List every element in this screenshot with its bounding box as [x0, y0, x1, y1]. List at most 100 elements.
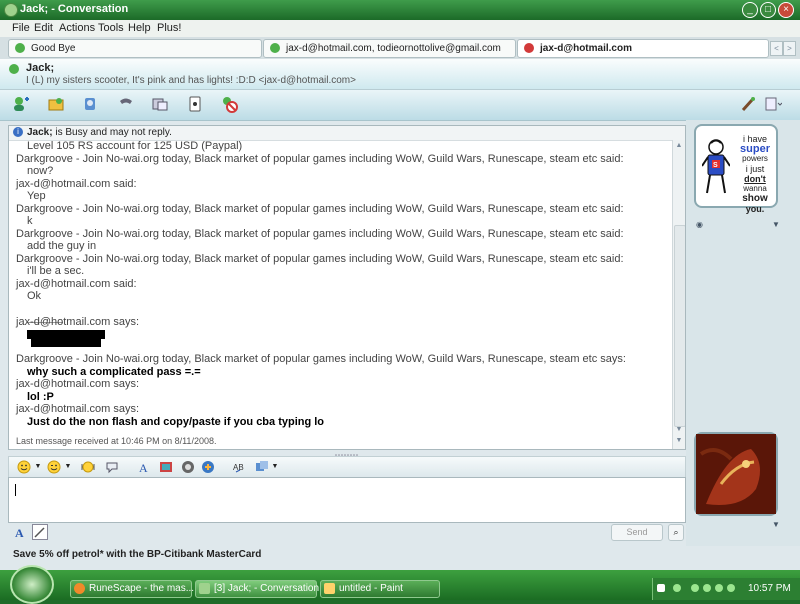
invite-icon[interactable]: [12, 95, 30, 113]
message-line: Level 105 RS account for 125 USD (Paypal…: [27, 140, 243, 152]
busy-notice: i Jack; is Busy and may not reply.: [9, 126, 685, 141]
contact-personal-message: I (L) my sisters scooter, It's pink and …: [26, 75, 356, 86]
layout-icon[interactable]: [764, 95, 782, 113]
nudge-icon[interactable]: [81, 460, 95, 474]
task-runescape[interactable]: RuneScape - the mas...: [70, 580, 194, 598]
superhero-figure-icon: S: [702, 139, 730, 194]
emoticon-dropdown-icon[interactable]: ▼: [31, 460, 45, 474]
menu-file[interactable]: File: [12, 22, 30, 34]
menu-bar: File Edit Actions Tools Help Plus!: [0, 20, 800, 38]
send-button[interactable]: Send: [611, 524, 663, 541]
tab-group-chat[interactable]: jax-d@hotmail.com, todieornottolive@gmai…: [263, 39, 516, 58]
share-files-icon[interactable]: [47, 95, 65, 113]
games-icon[interactable]: [186, 95, 204, 113]
caption-line: super: [740, 143, 770, 155]
sender-line: jax-d@hotmail.com said:: [16, 278, 137, 290]
layout-icon[interactable]: [255, 460, 269, 474]
menu-help[interactable]: Help: [128, 22, 151, 34]
spell-check-icon[interactable]: AB: [233, 460, 247, 474]
wink-animation-icon[interactable]: [181, 460, 195, 474]
messenger-tray-icon[interactable]: [703, 584, 711, 592]
tab-prev-button[interactable]: <: [770, 41, 783, 56]
message-line: Just do the non flash and copy/paste if …: [27, 416, 325, 428]
sender-line: jax-d@hotmail.com says:: [16, 316, 140, 328]
ad-banner[interactable]: Save 5% off petrol* with the BP-Citibank…: [0, 546, 800, 564]
background-icon[interactable]: [159, 460, 173, 474]
conversation-history[interactable]: i Jack; is Busy and may not reply. Level…: [8, 125, 686, 450]
menu-edit[interactable]: Edit: [34, 22, 53, 34]
scroll-up-arrow[interactable]: ▲: [675, 142, 683, 150]
tab-jax-d[interactable]: jax-d@hotmail.com: [517, 39, 769, 58]
sender-line: Darkgroove - Join No-wai.org today, Blac…: [16, 253, 624, 265]
history-scrollbar[interactable]: ▲ ▼ ▼: [672, 140, 685, 449]
conversation-tabs: Good Bye jax-d@hotmail.com, todieornotto…: [0, 37, 800, 59]
handwriting-mode-icon[interactable]: [32, 524, 48, 540]
display-picture-dropdown-icon[interactable]: ▼: [772, 220, 780, 229]
redaction-bar: [27, 330, 105, 339]
voice-clip-icon[interactable]: [105, 460, 119, 474]
tab-good-bye[interactable]: Good Bye: [8, 39, 262, 58]
text-mode-icon[interactable]: A: [14, 525, 28, 539]
emoticon-icon[interactable]: [17, 460, 31, 474]
pane-splitter[interactable]: [8, 449, 684, 456]
tab-label: jax-d@hotmail.com: [540, 43, 632, 54]
message-line: Yep: [27, 190, 46, 202]
message-line: k: [27, 215, 33, 227]
webcam-icon[interactable]: ◉: [696, 220, 703, 229]
scroll-end-arrow[interactable]: ▼: [675, 437, 683, 445]
games-icon[interactable]: [201, 460, 215, 474]
busy-status-icon: [524, 43, 534, 53]
close-button[interactable]: ×: [778, 2, 794, 18]
wink-icon[interactable]: [47, 460, 61, 474]
scrollbar-thumb[interactable]: [674, 225, 685, 427]
contact-header: Jack; I (L) my sisters scooter, It's pin…: [0, 59, 800, 90]
start-button[interactable]: [10, 565, 54, 604]
minimize-button[interactable]: _: [742, 2, 758, 18]
font-icon[interactable]: A: [137, 460, 151, 474]
busy-contact-name: Jack;: [27, 127, 53, 138]
title-bar[interactable]: Jack; - Conversation _ □ ×: [0, 0, 800, 20]
paintbrush-icon[interactable]: [740, 95, 758, 113]
firefox-icon: [74, 583, 85, 594]
contact-display-picture[interactable]: S i have super powers i just don't wanna…: [694, 124, 778, 214]
caption-line: i just: [745, 164, 765, 174]
call-icon[interactable]: [117, 95, 135, 113]
message-line: now?: [27, 165, 54, 177]
video-call-icon[interactable]: [82, 95, 100, 113]
system-tray: 10:57 PM: [652, 578, 800, 600]
menu-plus[interactable]: Plus!: [157, 22, 181, 34]
display-picture-panel: S i have super powers i just don't wanna…: [686, 120, 800, 546]
taskbar-clock[interactable]: 10:57 PM: [748, 583, 791, 594]
wink-dropdown-icon[interactable]: ▼: [61, 460, 75, 474]
ad-text[interactable]: Save 5% off petrol* with the BP-Citibank…: [13, 549, 261, 560]
activities-icon[interactable]: [151, 95, 169, 113]
network-icon[interactable]: [673, 584, 681, 592]
help-icon[interactable]: [657, 584, 665, 592]
message-line: Ok: [27, 290, 42, 302]
caption-line: don't: [744, 174, 766, 184]
sender-line: jax-d@hotmail.com said:: [16, 178, 137, 190]
search-button[interactable]: ⌕: [668, 524, 684, 541]
message-input[interactable]: [8, 477, 686, 523]
sender-line: Darkgroove - Join No-wai.org today, Blac…: [16, 203, 624, 215]
message-line: why such a complicated pass =.=: [27, 366, 201, 378]
my-display-picture[interactable]: [694, 432, 778, 516]
block-icon[interactable]: [220, 95, 238, 113]
menu-actions[interactable]: Actions: [59, 22, 95, 34]
messenger-tray-icon[interactable]: [691, 584, 699, 592]
maximize-button[interactable]: □: [760, 2, 776, 18]
caption-line: show: [742, 193, 768, 204]
layout-dropdown-icon[interactable]: ▼: [268, 460, 282, 474]
messenger-tray-icon[interactable]: [715, 584, 723, 592]
tab-next-button[interactable]: >: [783, 41, 796, 56]
my-picture-dropdown-icon[interactable]: ▼: [772, 520, 780, 529]
scroll-down-arrow[interactable]: ▼: [675, 426, 683, 434]
task-paint[interactable]: untitled - Paint: [320, 580, 440, 598]
online-status-icon: [15, 43, 25, 53]
action-toolbar: [0, 90, 800, 121]
message-line: lol :P: [27, 391, 54, 403]
paint-icon: [324, 583, 335, 594]
messenger-tray-icon[interactable]: [727, 584, 735, 592]
task-conversation[interactable]: [3] Jack; - Conversation: [195, 580, 319, 598]
menu-tools[interactable]: Tools: [98, 22, 124, 34]
